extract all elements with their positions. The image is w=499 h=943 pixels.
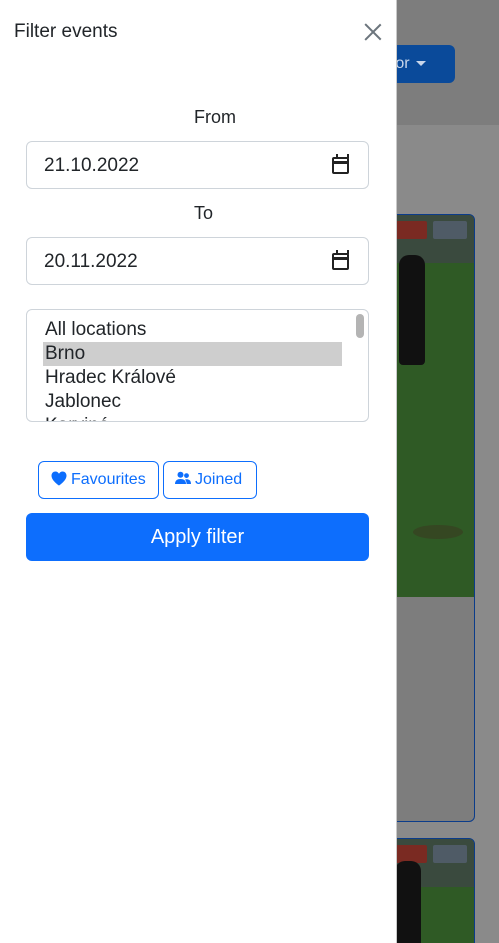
caret-down-icon bbox=[415, 61, 426, 67]
location-option[interactable]: All locations bbox=[43, 318, 342, 342]
calendar-icon[interactable] bbox=[332, 154, 349, 174]
apply-filter-button[interactable]: Apply filter bbox=[26, 513, 369, 561]
heart-icon bbox=[51, 471, 67, 486]
filter-panel: Filter events From 21.10.2022 To 20.11.2… bbox=[0, 0, 397, 943]
location-option[interactable]: Karviná bbox=[43, 414, 342, 421]
joined-label: Joined bbox=[195, 471, 243, 488]
filter-panel-header: Filter events bbox=[0, 0, 396, 64]
location-option[interactable]: Jablonec bbox=[43, 390, 342, 414]
to-date-value: 20.11.2022 bbox=[44, 251, 138, 272]
close-icon[interactable] bbox=[361, 20, 385, 44]
from-date-input[interactable]: 21.10.2022 bbox=[26, 141, 369, 189]
to-label: To bbox=[194, 203, 214, 223]
select-scrollbar[interactable] bbox=[356, 314, 364, 338]
favourites-label: Favourites bbox=[71, 471, 146, 488]
from-label: From bbox=[194, 107, 236, 127]
location-option[interactable]: Hradec Králové bbox=[43, 366, 342, 390]
calendar-icon[interactable] bbox=[332, 250, 349, 270]
location-select[interactable]: All locations Brno Hradec Králové Jablon… bbox=[26, 309, 369, 422]
player-figure bbox=[399, 255, 425, 365]
favourites-toggle-button[interactable]: Favourites bbox=[38, 461, 159, 499]
player-figure bbox=[395, 861, 421, 943]
joined-toggle-button[interactable]: Joined bbox=[163, 461, 257, 499]
location-option-selected[interactable]: Brno bbox=[43, 342, 342, 366]
people-icon bbox=[175, 472, 191, 485]
panel-title: Filter events bbox=[14, 21, 118, 42]
to-date-input[interactable]: 20.11.2022 bbox=[26, 237, 369, 285]
from-date-value: 21.10.2022 bbox=[44, 155, 140, 176]
